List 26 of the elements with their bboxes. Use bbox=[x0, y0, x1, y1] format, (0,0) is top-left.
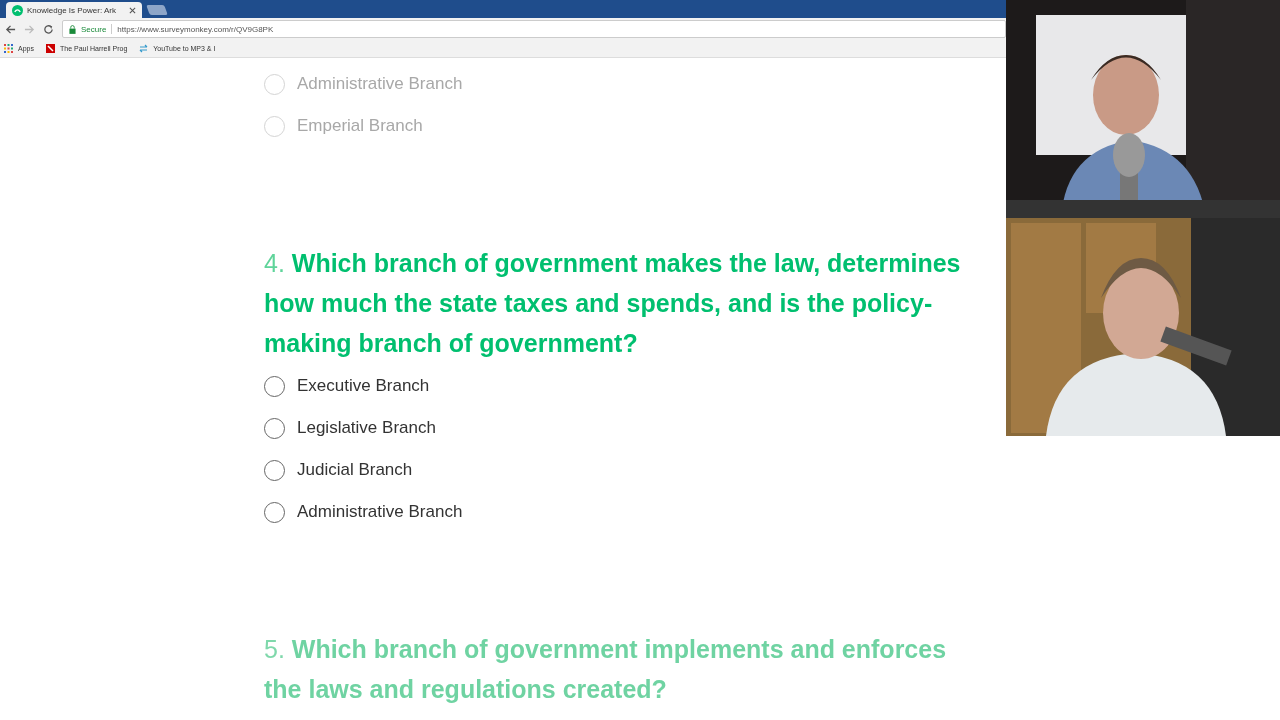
option-label: Emperial Branch bbox=[297, 116, 423, 136]
browser-tab[interactable]: Knowledge Is Power: Ark bbox=[6, 2, 142, 18]
answer-option[interactable]: Legislative Branch bbox=[264, 407, 436, 449]
question-text: 5. Which branch of government implements and enforces the laws and regulations created? bbox=[264, 634, 948, 705]
apps-grid-icon bbox=[4, 44, 13, 53]
reload-icon[interactable] bbox=[43, 23, 54, 35]
answer-option[interactable]: Judicial Branch bbox=[264, 449, 413, 491]
option-label: Administrative Branch bbox=[297, 74, 463, 94]
new-tab-button[interactable] bbox=[146, 5, 168, 15]
secure-label: Secure bbox=[81, 24, 107, 34]
option-label: Judicial Branch bbox=[297, 460, 413, 480]
question-text: 4. Which branch of government makes the law, determines how much the state taxes and spends, and is the policy-making branch of government? bbox=[264, 248, 962, 359]
close-icon[interactable] bbox=[129, 6, 136, 14]
back-icon[interactable] bbox=[5, 23, 16, 35]
bookmark-favicon-icon bbox=[45, 44, 55, 53]
option-label: Executive Branch bbox=[297, 376, 430, 396]
arrows-icon bbox=[139, 44, 149, 53]
lock-icon bbox=[69, 24, 76, 34]
logo-icon bbox=[12, 4, 23, 16]
answer-option[interactable]: Executive Branch bbox=[264, 365, 430, 407]
answer-option[interactable]: Administrative Branch bbox=[264, 491, 463, 533]
address-bar[interactable]: Secure https://www.surveymonkey.com/r/QV9G8PK bbox=[62, 20, 1006, 38]
url-text: https://www.surveymonkey.com/r/QV9G8PK bbox=[117, 24, 274, 34]
option-label: Legislative Branch bbox=[297, 418, 436, 438]
tab-title: Knowledge Is Power: Ark bbox=[27, 5, 117, 15]
option-label: Administrative Branch bbox=[297, 502, 463, 522]
